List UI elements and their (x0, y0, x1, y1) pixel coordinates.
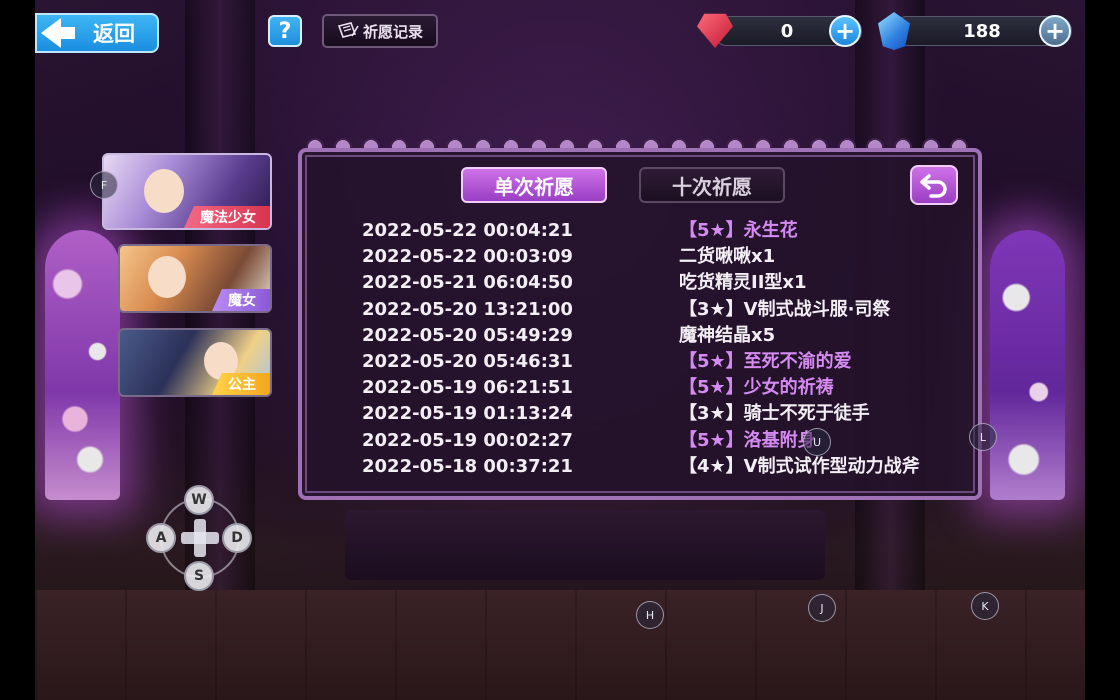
record-time: 2022-05-19 06:21:51 (362, 377, 573, 399)
record-item: 【5★】至死不渝的爱 (679, 350, 852, 372)
record-row: 2022-05-19 01:13:24 【3★】骑士不死于徒手 (362, 401, 962, 427)
record-time: 2022-05-21 06:04:50 (362, 272, 573, 294)
back-label: 返回 (93, 22, 135, 46)
help-button[interactable]: ? (268, 15, 302, 47)
record-time: 2022-05-18 00:37:21 (362, 455, 573, 477)
back-arrow-icon (41, 18, 75, 48)
banner-princess[interactable]: 公主 (118, 328, 272, 397)
key-hint-u[interactable]: U (803, 428, 831, 456)
record-item: 【5★】永生花 (679, 220, 798, 241)
record-time: 2022-05-20 13:21:00 (362, 298, 573, 320)
altar (345, 510, 825, 580)
record-item: 二货啾啾x1 (679, 246, 776, 268)
record-row: 2022-05-19 06:21:51 【5★】少女的祈祷 (362, 375, 962, 401)
key-hint-f[interactable]: F (90, 171, 118, 199)
tab-ten-wish[interactable]: 十次祈愿 (639, 167, 785, 203)
scroll-icon (337, 22, 359, 38)
record-time: 2022-05-22 00:04:21 (362, 220, 573, 241)
record-row: 2022-05-18 00:37:21 【4★】V制式试作型动力战斧 (362, 454, 962, 480)
key-hint-k[interactable]: K (971, 592, 999, 620)
return-arrow-icon (920, 174, 947, 198)
key-hint-l[interactable]: L (969, 423, 997, 451)
record-list: 2022-05-22 00:04:21 【5★】永生花 2022-05-22 0… (362, 218, 962, 480)
stained-window-right (990, 230, 1065, 500)
banner-magical-girl[interactable]: 魔法少女 (102, 153, 272, 230)
banner-tag: 公主 (212, 373, 270, 395)
stained-window-left (45, 230, 120, 500)
character-portrait (144, 169, 184, 213)
add-red-gem-button[interactable]: + (829, 15, 861, 47)
record-item: 魔神结晶x5 (679, 324, 776, 346)
record-time: 2022-05-22 00:03:09 (362, 246, 573, 268)
record-time: 2022-05-19 00:02:27 (362, 429, 573, 451)
key-hint-h[interactable]: H (636, 601, 664, 629)
record-row: 2022-05-22 00:03:09 二货啾啾x1 (362, 244, 962, 270)
dpad-cross-icon (194, 519, 206, 557)
banner-tag: 魔女 (212, 289, 270, 311)
dpad-key-s[interactable]: S (184, 561, 214, 591)
record-item: 吃货精灵II型x1 (679, 272, 807, 294)
red-gem-amount: 0 (780, 20, 794, 42)
return-button[interactable] (910, 165, 958, 205)
record-row: 2022-05-22 00:04:21 【5★】永生花 (362, 218, 962, 244)
record-row: 2022-05-21 06:04:50 吃货精灵II型x1 (362, 270, 962, 296)
floor (35, 590, 1085, 700)
back-button[interactable]: 返回 (35, 13, 159, 53)
dpad-key-w[interactable]: W (184, 485, 214, 515)
wish-record-button[interactable]: 祈愿记录 (322, 14, 438, 48)
record-item: 【5★】少女的祈祷 (679, 377, 834, 399)
dpad-key-d[interactable]: D (222, 523, 252, 553)
record-row: 2022-05-20 05:49:29 魔神结晶x5 (362, 323, 962, 349)
record-row: 2022-05-20 13:21:00 【3★】V制式战斗服·司祭 (362, 297, 962, 323)
record-item: 【3★】V制式战斗服·司祭 (679, 298, 891, 320)
record-item: 【4★】V制式试作型动力战斧 (679, 455, 920, 477)
banner-tag: 魔法少女 (184, 206, 270, 228)
blue-crystal-amount: 188 (963, 20, 1001, 42)
dpad-key-a[interactable]: A (146, 523, 176, 553)
record-item: 【5★】洛基附身 (679, 429, 816, 451)
record-item: 【3★】骑士不死于徒手 (679, 403, 870, 425)
tab-single-wish[interactable]: 单次祈愿 (461, 167, 607, 203)
banner-witch[interactable]: 魔女 (118, 244, 272, 313)
record-row: 2022-05-20 05:46:31 【5★】至死不渝的爱 (362, 349, 962, 375)
record-time: 2022-05-20 05:49:29 (362, 324, 573, 346)
add-blue-crystal-button[interactable]: + (1039, 15, 1071, 47)
record-row: 2022-05-19 00:02:27 【5★】洛基附身 (362, 428, 962, 454)
wish-record-label: 祈愿记录 (362, 22, 423, 41)
key-hint-j[interactable]: J (808, 594, 836, 622)
record-time: 2022-05-20 05:46:31 (362, 350, 573, 372)
character-portrait (148, 256, 186, 298)
record-time: 2022-05-19 01:13:24 (362, 403, 573, 425)
